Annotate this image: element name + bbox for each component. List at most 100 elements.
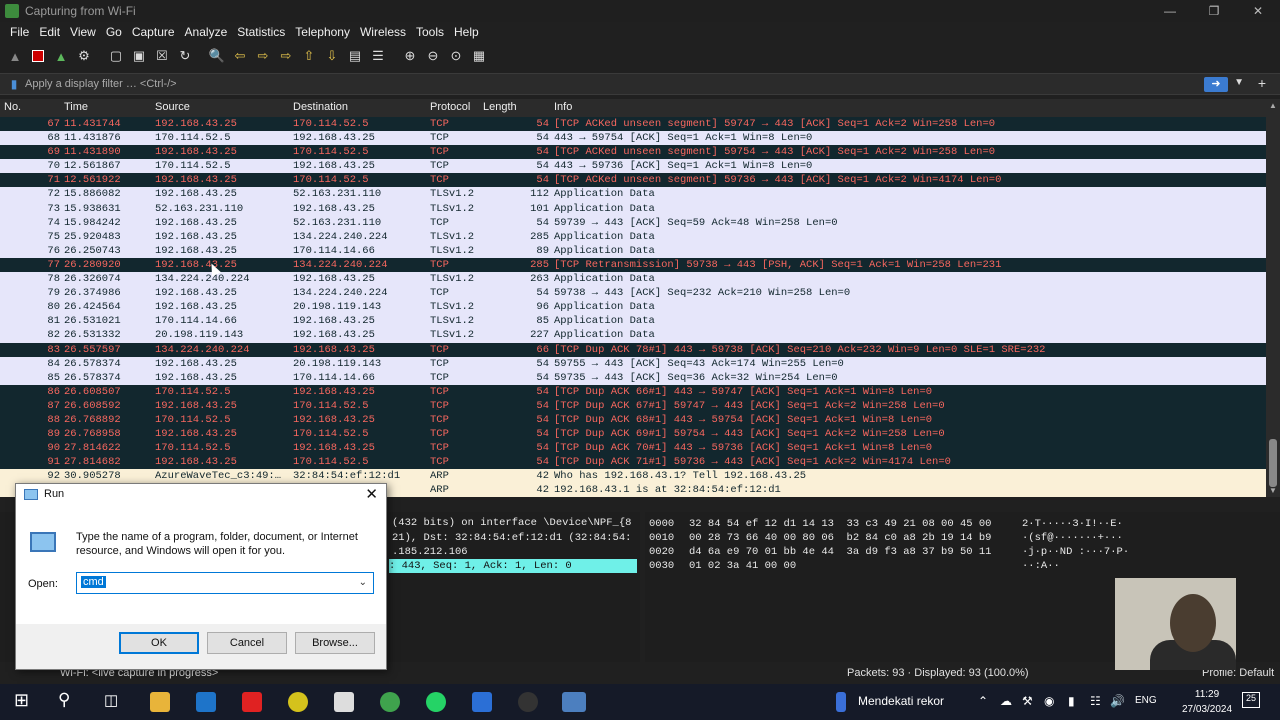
menu-file[interactable]: File xyxy=(5,25,34,39)
packet-row[interactable]: 69 11.431890 192.168.43.25 170.114.52.5 TCP 5… xyxy=(0,145,1266,160)
packet-row[interactable]: 92 30.905278 AzureWaveTec_c3:49:… 32:84:54:… xyxy=(0,469,1266,484)
packet-row[interactable]: 84 26.578374 192.168.43.25 20.198.119.143 TC… xyxy=(0,356,1266,371)
open-file-icon[interactable]: ▢ xyxy=(107,47,125,65)
packet-row[interactable]: 86 26.608507 170.114.52.5 192.168.43.25 TCP 5… xyxy=(0,384,1266,399)
display-filter-bar[interactable]: ▮ Apply a display filter … <Ctrl-/> ➜ ▼ … xyxy=(0,73,1280,95)
bluetooth-icon[interactable]: ◉ xyxy=(1044,694,1054,708)
column-protocol[interactable]: Protocol xyxy=(430,101,470,113)
packet-row[interactable]: 70 12.561867 170.114.52.5 192.168.43.25 TCP 5… xyxy=(0,159,1266,174)
packet-row[interactable]: 72 15.886082 192.168.43.25 52.163.231.110 TL… xyxy=(0,187,1266,202)
file-explorer-icon[interactable] xyxy=(150,692,170,712)
scroll-up-icon[interactable]: ▲ xyxy=(1269,101,1277,110)
column-time[interactable]: Time xyxy=(64,101,88,113)
packet-row[interactable]: 85 26.578374 192.168.43.25 170.114.14.66 TCP… xyxy=(0,370,1266,385)
wifi-icon[interactable]: ☷ xyxy=(1090,694,1101,708)
detail-tcp-line[interactable]: : 443, Seq: 1, Ack: 1, Len: 0 xyxy=(389,559,637,573)
packet-row[interactable]: 68 11.431876 170.114.52.5 192.168.43.25 TCP 5… xyxy=(0,131,1266,146)
packet-row[interactable]: 76 26.250743 192.168.43.25 170.114.14.66 TLS… xyxy=(0,243,1266,258)
language-indicator[interactable]: ENG xyxy=(1135,695,1157,706)
menu-wireless[interactable]: Wireless xyxy=(355,25,411,39)
browse-button[interactable]: Browse... xyxy=(295,632,375,654)
packet-row[interactable]: 75 25.920483 192.168.43.25 134.224.240.224 T… xyxy=(0,229,1266,244)
find-packet-icon[interactable]: 🔍 xyxy=(208,47,226,65)
battery-icon[interactable]: ▮ xyxy=(1068,694,1075,708)
document-icon[interactable] xyxy=(334,692,354,712)
packet-row[interactable]: 77 26.280920 192.168.43.25 134.224.240.224 T… xyxy=(0,257,1266,273)
news-widget-text[interactable]: Mendekati rekor xyxy=(858,694,944,708)
detail-frame-line[interactable]: (432 bits) on interface \Device\NPF_{8 xyxy=(392,516,631,530)
display-filter-input[interactable]: Apply a display filter … <Ctrl-/> xyxy=(25,78,177,90)
maximize-icon[interactable]: ❐ xyxy=(1192,0,1236,22)
scroll-down-icon[interactable]: ▼ xyxy=(1269,486,1277,495)
packet-row[interactable]: 79 26.374986 192.168.43.25 134.224.240.224 T… xyxy=(0,286,1266,301)
task-view-icon[interactable]: ◫ xyxy=(104,691,124,711)
last-packet-icon[interactable]: ⇩ xyxy=(323,47,341,65)
packet-row[interactable]: 80 26.424564 192.168.43.25 20.198.119.143 TL… xyxy=(0,300,1266,315)
menu-tools[interactable]: Tools xyxy=(411,25,449,39)
close-icon[interactable]: ✕ xyxy=(1236,0,1280,22)
packet-row[interactable]: 91 27.814682 192.168.43.25 170.114.52.5 TCP 5… xyxy=(0,455,1266,470)
packet-row[interactable]: 88 26.768892 170.114.52.5 192.168.43.25 TCP 5… xyxy=(0,412,1266,428)
go-back-icon[interactable]: ⇦ xyxy=(231,47,249,65)
column-length[interactable]: Length xyxy=(483,101,517,113)
packet-row[interactable]: 81 26.531021 170.114.14.66 192.168.43.25 TLS… xyxy=(0,314,1266,329)
zoom-out-icon[interactable]: ⊖ xyxy=(424,47,442,65)
colorize-icon[interactable]: ☰ xyxy=(369,47,387,65)
packet-row[interactable]: 71 12.561922 192.168.43.25 170.114.52.5 TCP 5… xyxy=(0,173,1266,188)
packet-row[interactable]: 89 26.768958 192.168.43.25 170.114.52.5 TCP 5… xyxy=(0,427,1266,442)
packet-row[interactable]: 67 11.431744 192.168.43.25 170.114.52.5 TCP 5… xyxy=(0,117,1266,132)
packet-row[interactable]: 74 15.984242 192.168.43.25 52.163.231.110 TC… xyxy=(0,215,1266,230)
column-destination[interactable]: Destination xyxy=(293,101,348,113)
menu-edit[interactable]: Edit xyxy=(34,25,65,39)
menu-go[interactable]: Go xyxy=(101,25,127,39)
first-packet-icon[interactable]: ⇧ xyxy=(300,47,318,65)
ok-button[interactable]: OK xyxy=(119,632,199,654)
go-forward-icon[interactable]: ⇨ xyxy=(254,47,272,65)
packet-row[interactable]: 87 26.608592 192.168.43.25 170.114.52.5 TCP 5… xyxy=(0,398,1266,413)
wireshark-taskbar-icon[interactable] xyxy=(562,692,586,712)
close-icon[interactable]: ✕ xyxy=(365,485,378,503)
open-combobox[interactable]: cmd ⌄ xyxy=(76,572,374,594)
notification-count[interactable]: 25 xyxy=(1242,692,1260,708)
stop-capture-icon[interactable] xyxy=(29,47,47,65)
menu-view[interactable]: View xyxy=(65,25,101,39)
restart-capture-icon[interactable]: ▲ xyxy=(52,47,70,65)
packet-row[interactable]: 82 26.531332 20.198.119.143 192.168.43.25 TL… xyxy=(0,328,1266,343)
bookmark-icon[interactable]: ▮ xyxy=(6,77,22,91)
minimize-icon[interactable]: — xyxy=(1148,0,1192,22)
app-icon[interactable] xyxy=(288,692,308,712)
azure-icon[interactable] xyxy=(472,692,492,712)
packet-row[interactable]: 78 26.326074 134.224.240.224 192.168.43.25 T… xyxy=(0,272,1266,287)
apply-filter-arrow-icon[interactable]: ➜ xyxy=(1204,77,1228,92)
packet-row[interactable]: 90 27.814622 170.114.52.5 192.168.43.25 TCP 5… xyxy=(0,441,1266,456)
column-no[interactable]: No. xyxy=(4,101,21,113)
chrome-icon[interactable] xyxy=(380,692,400,712)
menu-analyze[interactable]: Analyze xyxy=(180,25,233,39)
menu-capture[interactable]: Capture xyxy=(127,25,180,39)
clock[interactable]: 11:29 27/03/2024 xyxy=(1182,687,1232,717)
column-source[interactable]: Source xyxy=(155,101,190,113)
volume-icon[interactable]: 🔊 xyxy=(1110,694,1125,708)
scrollbar-thumb[interactable] xyxy=(1269,439,1277,487)
packet-row[interactable]: 73 15.938631 52.163.231.110 192.168.43.25 TL… xyxy=(0,201,1266,216)
add-filter-button-icon[interactable]: + xyxy=(1258,75,1266,91)
windows-start-icon[interactable]: ⊞ xyxy=(14,690,34,710)
save-file-icon[interactable]: ▣ xyxy=(130,47,148,65)
chevron-down-icon[interactable]: ⌄ xyxy=(359,577,367,588)
open-input-value[interactable]: cmd xyxy=(81,576,106,588)
resize-columns-icon[interactable]: ▦ xyxy=(470,47,488,65)
packet-list-scrollbar[interactable]: ▲ ▼ xyxy=(1266,99,1280,497)
detail-ethernet-line[interactable]: 21), Dst: 32:84:54:ef:12:d1 (32:84:54: xyxy=(392,531,631,545)
youtube-icon[interactable] xyxy=(242,692,262,712)
zoom-normal-icon[interactable]: ⊙ xyxy=(447,47,465,65)
obs-icon[interactable] xyxy=(518,692,538,712)
search-icon[interactable]: ⚲ xyxy=(58,690,78,710)
menu-telephony[interactable]: Telephony xyxy=(290,25,355,39)
packet-row[interactable]: 83 26.557597 134.224.240.224 192.168.43.25 T… xyxy=(0,342,1266,357)
go-to-packet-icon[interactable]: ⇨ xyxy=(277,47,295,65)
security-icon[interactable]: ⚒ xyxy=(1022,694,1033,708)
autoscroll-icon[interactable]: ▤ xyxy=(346,47,364,65)
menu-statistics[interactable]: Statistics xyxy=(232,25,290,39)
column-info[interactable]: Info xyxy=(554,101,572,113)
menu-help[interactable]: Help xyxy=(449,25,484,39)
